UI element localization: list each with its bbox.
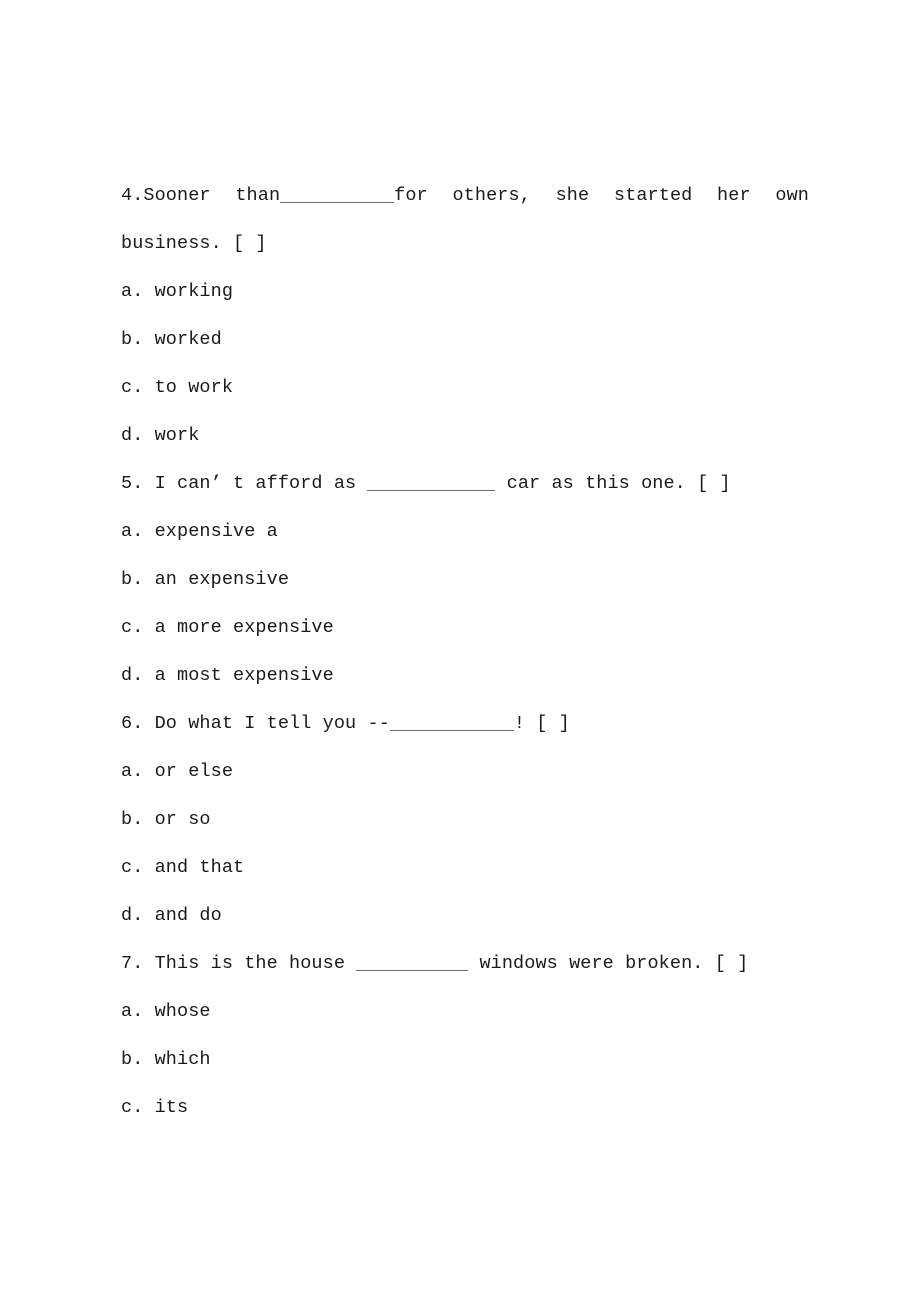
question-7-stem-part1: This is the house [154, 953, 357, 974]
question-4-answer-blank[interactable] [280, 188, 395, 203]
option-letter: c. [121, 377, 144, 398]
question-4-option-b[interactable]: b. worked [121, 316, 811, 364]
question-4-option-a[interactable]: a. working [121, 268, 811, 316]
question-4-number: 4. [121, 185, 144, 206]
option-letter: a. [121, 761, 144, 782]
question-6-stem-part1: Do what I tell you -- [154, 713, 390, 734]
question-5-option-c[interactable]: c. a more expensive [121, 604, 811, 652]
option-letter: a. [121, 281, 144, 302]
option-text: and do [154, 905, 222, 926]
option-letter: a. [121, 1001, 144, 1022]
option-letter: b. [121, 569, 144, 590]
option-text: worked [154, 329, 222, 350]
question-6-option-a[interactable]: a. or else [121, 748, 811, 796]
question-4-stem-part2: for others, she started her own [394, 185, 809, 206]
question-6-number: 6. [121, 713, 144, 734]
question-7-option-c[interactable]: c. its [121, 1084, 811, 1132]
question-7-stem-part2: windows were broken. [ ] [468, 953, 749, 974]
question-7-option-a[interactable]: a. whose [121, 988, 811, 1036]
option-text: work [154, 425, 200, 446]
question-5-stem-part1: I can’ t afford as [154, 473, 368, 494]
question-6-option-c[interactable]: c. and that [121, 844, 811, 892]
option-letter: d. [121, 425, 144, 446]
option-text: and that [154, 857, 245, 878]
option-letter: b. [121, 1049, 144, 1070]
question-4-stem-part1: Sooner than [143, 185, 281, 206]
question-6-stem-part2: ! [ ] [513, 713, 570, 734]
option-text: its [154, 1097, 189, 1118]
question-7-number: 7. [121, 953, 144, 974]
option-text: whose [154, 1001, 211, 1022]
question-4-option-d[interactable]: d. work [121, 412, 811, 460]
option-letter: b. [121, 329, 144, 350]
option-letter: b. [121, 809, 144, 830]
option-text: expensive a [154, 521, 278, 542]
question-5-option-a[interactable]: a. expensive a [121, 508, 811, 556]
option-letter: a. [121, 521, 144, 542]
option-text: or so [154, 809, 211, 830]
option-letter: d. [121, 665, 144, 686]
question-7-stem: 7. This is the house windows were broken… [121, 940, 811, 988]
option-text: an expensive [154, 569, 290, 590]
option-text: or else [154, 761, 234, 782]
option-text: working [154, 281, 234, 302]
question-4-stem-line-2: business. [ ] [121, 233, 267, 254]
question-4-stem-line-1: 4. Sooner than for others, she started h… [121, 172, 809, 220]
question-6-option-b[interactable]: b. or so [121, 796, 811, 844]
question-5-stem-part2: car as this one. [ ] [495, 473, 731, 494]
question-6-answer-blank[interactable] [389, 716, 514, 731]
option-text: which [154, 1049, 211, 1070]
option-letter: d. [121, 905, 144, 926]
worksheet-page: 4. Sooner than for others, she started h… [0, 0, 920, 1302]
question-5-answer-blank[interactable] [367, 476, 496, 491]
question-4-option-c[interactable]: c. to work [121, 364, 811, 412]
option-text: to work [154, 377, 234, 398]
question-5-option-d[interactable]: d. a most expensive [121, 652, 811, 700]
option-text: a more expensive [154, 617, 334, 638]
question-7-option-b[interactable]: b. which [121, 1036, 811, 1084]
option-letter: c. [121, 617, 144, 638]
option-text: a most expensive [154, 665, 334, 686]
question-5-option-b[interactable]: b. an expensive [121, 556, 811, 604]
question-6-option-d[interactable]: d. and do [121, 892, 811, 940]
question-5-number: 5. [121, 473, 144, 494]
question-6-stem: 6. Do what I tell you -- ! [ ] [121, 700, 811, 748]
option-letter: c. [121, 857, 144, 878]
question-7-answer-blank[interactable] [356, 956, 469, 971]
option-letter: c. [121, 1097, 144, 1118]
questions-container: 4. Sooner than for others, she started h… [121, 172, 811, 1132]
question-5-stem: 5. I can’ t afford as car as this one. [… [121, 460, 811, 508]
